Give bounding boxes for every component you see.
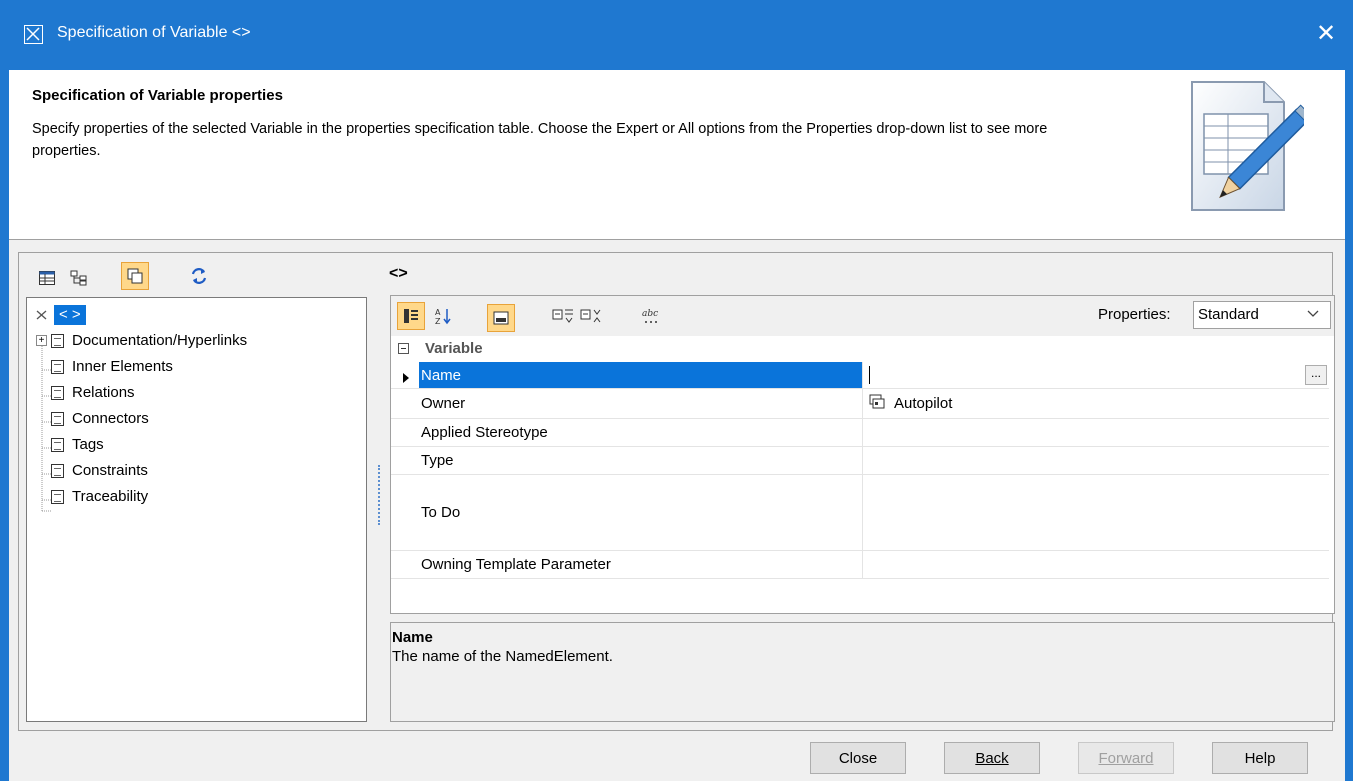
property-row-owning-template-parameter[interactable]: Owning Template Parameter: [391, 550, 1329, 579]
expand-toggle[interactable]: +: [36, 335, 47, 346]
page-icon: [51, 438, 64, 452]
tree-item-label: Documentation/Hyperlinks: [72, 332, 248, 349]
property-row-name[interactable]: Name ...: [391, 362, 1329, 389]
variable-icon: [35, 308, 49, 322]
property-value[interactable]: Autopilot: [862, 388, 1329, 418]
close-button[interactable]: Close: [810, 742, 906, 774]
text-cursor: [869, 366, 870, 384]
tree-view-icon[interactable]: [65, 264, 93, 292]
tree-item-relations[interactable]: Relations: [51, 380, 135, 406]
tree-item-label: Inner Elements: [72, 358, 173, 375]
properties-grid: Variable Name ... Owner Autopilot Applie…: [391, 336, 1334, 613]
header-panel: Specification of Variable properties Spe…: [9, 70, 1345, 240]
tree-item-label: Relations: [72, 384, 135, 401]
description-toggle-icon[interactable]: [487, 304, 515, 332]
header-title: Specification of Variable properties: [32, 87, 283, 104]
current-row-arrow-icon: [403, 370, 409, 387]
property-value[interactable]: [862, 418, 1329, 446]
categorized-view-icon[interactable]: [397, 302, 425, 330]
collapse-group-icon[interactable]: [398, 343, 409, 354]
tree-item-label: Constraints: [72, 462, 148, 479]
tree-item-traceability[interactable]: Traceability: [51, 484, 148, 510]
close-window-button[interactable]: ✕: [1306, 14, 1346, 54]
property-group-label: Variable: [425, 340, 483, 357]
property-group-row[interactable]: Variable: [391, 336, 1329, 362]
property-row-type[interactable]: Type: [391, 446, 1329, 475]
help-button[interactable]: Help: [1212, 742, 1308, 774]
property-value[interactable]: [862, 446, 1329, 474]
tree-item-connectors[interactable]: Connectors: [51, 406, 149, 432]
title-bar: Specification of Variable <> ✕: [0, 0, 1353, 70]
svg-text:A: A: [435, 308, 441, 317]
tree-item-label: Traceability: [72, 488, 149, 505]
property-value[interactable]: [862, 550, 1329, 578]
tree-item-label: Connectors: [72, 410, 149, 427]
page-icon: [51, 412, 64, 426]
window-title: Specification of Variable <>: [57, 24, 251, 41]
properties-mode-value: Standard: [1198, 306, 1259, 323]
specification-document-icon: [1191, 81, 1304, 211]
properties-mode-select[interactable]: Standard: [1193, 301, 1331, 329]
tree-item-documentation[interactable]: Documentation/Hyperlinks: [51, 328, 247, 354]
window-frame-right: [1345, 70, 1353, 781]
properties-panel: AZ abc Properties: Standard Variable Nam…: [390, 295, 1335, 614]
owner-name: Autopilot: [894, 394, 953, 412]
app-icon: [24, 25, 43, 44]
svg-text:abc: abc: [642, 309, 658, 319]
property-name: Owner: [421, 394, 466, 412]
property-name: Type: [421, 451, 454, 469]
sort-alphabetical-icon[interactable]: AZ: [429, 302, 457, 330]
description-text: The name of the NamedElement.: [392, 648, 613, 665]
property-row-owner[interactable]: Owner Autopilot: [391, 388, 1329, 419]
property-value[interactable]: [862, 474, 1329, 550]
chevron-down-icon: [1306, 307, 1320, 321]
header-description: Specify properties of the selected Varia…: [32, 121, 1048, 159]
element-name: <>: [389, 265, 408, 282]
window-frame-left: [0, 70, 9, 781]
property-row-to-do[interactable]: To Do: [391, 474, 1329, 551]
tree-item-inner-elements[interactable]: Inner Elements: [51, 354, 173, 380]
property-name: Applied Stereotype: [421, 423, 548, 441]
description-title: Name: [392, 629, 433, 646]
block-icon: [869, 393, 887, 413]
svg-text:Z: Z: [435, 317, 441, 325]
tree-item-tags[interactable]: Tags: [51, 432, 104, 458]
page-icon: [51, 464, 64, 478]
back-button[interactable]: Back: [944, 742, 1040, 774]
page-icon: [51, 386, 64, 400]
table-view-icon[interactable]: [33, 264, 61, 292]
ellipsis-button[interactable]: ...: [1305, 365, 1327, 385]
copy-icon[interactable]: [121, 262, 149, 290]
tree-item-constraints[interactable]: Constraints: [51, 458, 148, 484]
page-icon: [51, 334, 64, 348]
tree-root-item[interactable]: < >: [54, 305, 86, 325]
description-panel: Name The name of the NamedElement.: [390, 622, 1335, 722]
tree-item-label: Tags: [72, 436, 104, 453]
panel-splitter[interactable]: [378, 465, 381, 525]
spelling-check-icon[interactable]: abc: [637, 302, 665, 330]
collapse-all-icon[interactable]: [577, 302, 605, 330]
property-row-applied-stereotype[interactable]: Applied Stereotype: [391, 418, 1329, 447]
properties-label: Properties:: [1098, 306, 1171, 323]
refresh-icon[interactable]: [185, 262, 213, 290]
properties-toolbar: AZ abc Properties: Standard: [391, 296, 1334, 336]
page-icon: [51, 490, 64, 504]
page-icon: [51, 360, 64, 374]
property-value-input[interactable]: [862, 362, 1329, 388]
property-name: Owning Template Parameter: [421, 555, 611, 573]
property-name: To Do: [421, 503, 461, 521]
property-name: Name: [419, 362, 862, 388]
expand-all-icon[interactable]: [549, 302, 577, 330]
content-area: <> < > + Documentation/Hyperlinks Inner …: [9, 240, 1345, 781]
navigation-tree[interactable]: < > + Documentation/Hyperlinks Inner Ele…: [26, 297, 367, 722]
forward-button[interactable]: Forward: [1078, 742, 1174, 774]
